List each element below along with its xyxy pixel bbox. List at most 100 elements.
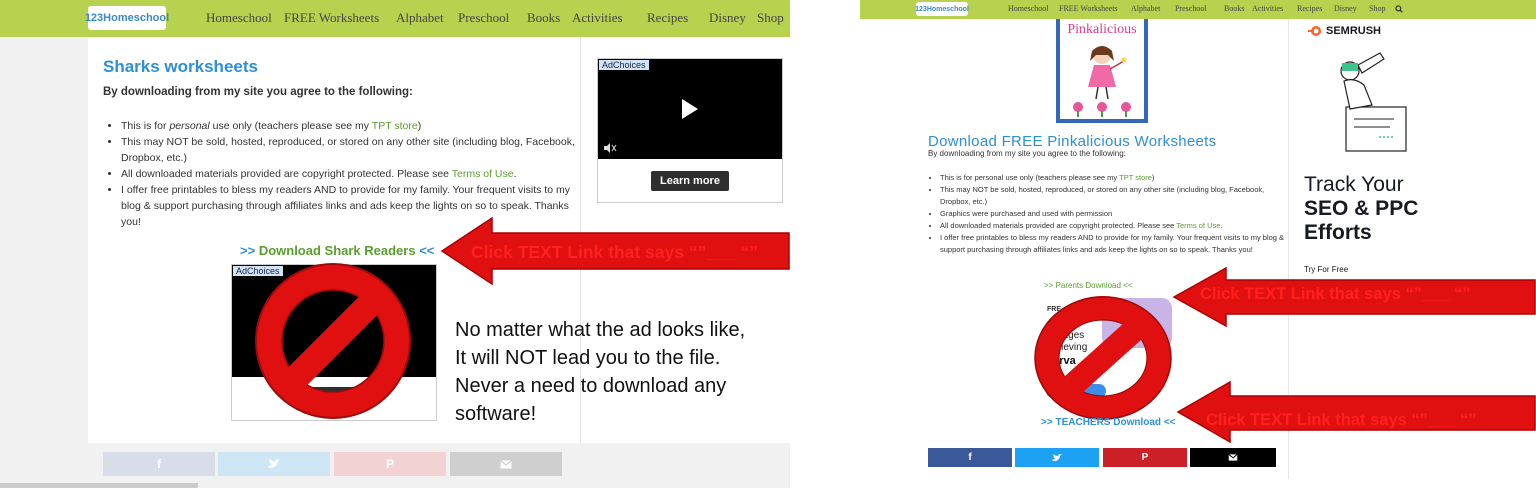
twitter-share-button[interactable] (218, 452, 330, 476)
nav-item-alphabet[interactable]: Alphabet (396, 10, 458, 26)
callout-text: Click TEXT Link that says “”___ “” (471, 242, 758, 262)
learn-more-button[interactable]: Learn more (651, 171, 729, 191)
terms-text: use only (teachers please see my (209, 120, 372, 132)
link-arrow-right: << (1163, 417, 1176, 428)
ad-video[interactable] (598, 59, 782, 159)
warning-note-line: software! (455, 403, 537, 425)
link-arrow-left: >> (1044, 281, 1054, 290)
left-screenshot: 123Homeschool Homeschool FREE Worksheets… (0, 0, 790, 488)
terms-text: All downloaded materials provided are co… (121, 168, 452, 180)
download-link-label[interactable]: Parents Download (1056, 281, 1121, 290)
semrush-headline: Track Your (1304, 173, 1404, 196)
facebook-icon: f (968, 452, 972, 463)
terms-list: This is for personal use only (teachers … (103, 118, 591, 230)
terms-item: Graphics were purchased and used with pe… (940, 208, 1288, 220)
nav-item-shop[interactable]: Shop (757, 10, 790, 26)
terms-item: I offer free printables to bless my read… (940, 232, 1288, 256)
terms-text: This is for personal use only (teachers … (940, 173, 1120, 182)
semrush-headline: SEO & PPC (1304, 197, 1419, 220)
pinterest-share-button[interactable]: P (1103, 448, 1187, 467)
nav-item-books[interactable]: Books (1224, 4, 1252, 13)
nav-item-activities[interactable]: Activities (1252, 4, 1297, 13)
ad-choices-badge[interactable]: AdChoices (599, 60, 649, 70)
download-link-label[interactable]: Download Shark Readers (259, 243, 416, 258)
search-icon[interactable] (1395, 4, 1407, 13)
terms-text: . (513, 168, 517, 180)
warning-note-line: Never a need to download any (455, 375, 727, 397)
book-cover[interactable]: Pinkalicious (1056, 19, 1148, 123)
site-logo[interactable]: 123Homeschool (915, 2, 969, 16)
top-nav: 123Homeschool Homeschool FREE Worksheets… (0, 0, 790, 37)
terms-item: This is for personal use only (teachers … (121, 118, 591, 134)
facebook-icon: f (157, 457, 161, 471)
tpt-store-link[interactable]: TPT store (372, 120, 418, 132)
nav-item-free-worksheets[interactable]: FREE Worksheets (1059, 4, 1131, 13)
horizontal-scrollbar[interactable] (0, 483, 198, 488)
site-logo[interactable]: 123Homeschool (85, 6, 169, 30)
terms-intro: By downloading from my site you agree to… (928, 149, 1126, 158)
semrush-headline: Efforts (1304, 221, 1372, 244)
terms-text: ) (417, 120, 422, 132)
nav-item-books[interactable]: Books (527, 10, 572, 26)
pinterest-icon: P (1141, 452, 1149, 463)
terms-text: ) (1151, 173, 1155, 182)
pinterest-icon: P (385, 457, 394, 471)
twitter-icon (1052, 453, 1062, 461)
email-share-button[interactable] (1190, 448, 1276, 467)
terms-emphasis: personal (169, 120, 210, 132)
link-arrow-left: >> (240, 243, 256, 258)
nav-item-preschool[interactable]: Preschool (1175, 4, 1224, 13)
terms-text: All downloaded materials provided are co… (940, 221, 1177, 230)
callout-text: Click TEXT Link that says “”___ “” (1206, 411, 1477, 429)
download-link-label[interactable]: TEACHERS Download (1055, 417, 1161, 428)
terms-text: This may NOT be sold, hosted, reproduced… (940, 185, 1265, 206)
page-title: Sharks worksheets (103, 57, 258, 76)
link-arrow-left: >> (1041, 417, 1053, 428)
teachers-download-link[interactable]: >> TEACHERS Download << (1041, 417, 1176, 428)
tpt-store-link[interactable]: TPT store (1119, 173, 1152, 182)
parents-download-link[interactable]: >> Parents Download << (1044, 281, 1133, 290)
nav-item-preschool[interactable]: Preschool (458, 10, 527, 26)
sidebar-video-ad[interactable]: AdChoices Learn more (597, 58, 783, 203)
facebook-share-button[interactable]: f (103, 452, 215, 476)
nav-item-alphabet[interactable]: Alphabet (1131, 4, 1175, 13)
twitter-share-button[interactable] (1015, 448, 1099, 467)
warning-note-line: It will NOT lead you to the file. (455, 347, 721, 369)
nav-item-recipes[interactable]: Recipes (1297, 4, 1334, 13)
pinkalicious-illustration (1073, 46, 1131, 117)
callout-text: Click TEXT Link that says “”___ “” (1200, 285, 1471, 303)
email-share-button[interactable] (450, 452, 562, 476)
nav-item-disney[interactable]: Disney (709, 10, 757, 26)
link-arrow-right: << (1123, 281, 1133, 290)
warning-note: No matter what the ad looks like, It wil… (455, 316, 745, 428)
nav-item-activities[interactable]: Activities (572, 10, 647, 26)
terms-of-use-link[interactable]: Terms of Use (1176, 221, 1220, 230)
terms-of-use-link[interactable]: Terms of Use (452, 168, 514, 180)
nav-item-shop[interactable]: Shop (1369, 4, 1395, 13)
nav-item-free-worksheets[interactable]: FREE Worksheets (284, 10, 396, 26)
right-screenshot: 123Homeschool Homeschool FREE Worksheets… (860, 0, 1536, 488)
terms-text: This is for (121, 120, 170, 132)
semrush-flame-icon (1308, 26, 1321, 36)
terms-text: This may NOT be sold, hosted, reproduced… (121, 136, 575, 164)
terms-text: I offer free printables to bless my read… (940, 233, 1285, 254)
semrush-logo: SEMRUSH (1308, 25, 1381, 37)
nav-item-homeschool[interactable]: Homeschool (206, 10, 284, 26)
terms-text: Graphics were purchased and used with pe… (940, 209, 1113, 218)
facebook-share-button[interactable]: f (928, 448, 1012, 467)
nav-item-recipes[interactable]: Recipes (647, 10, 709, 26)
warning-note-line: No matter what the ad looks like, (455, 319, 746, 341)
book-title: Pinkalicious (1067, 22, 1137, 37)
nav-menu: Homeschool FREE Worksheets Alphabet Pres… (1008, 4, 1407, 13)
download-shark-readers-link[interactable]: >> Download Shark Readers << (240, 243, 434, 258)
terms-item: This is for personal use only (teachers … (940, 172, 1288, 184)
page-title: Download FREE Pinkalicious Worksheets (928, 133, 1217, 150)
nav-item-homeschool[interactable]: Homeschool (1008, 4, 1059, 13)
twitter-icon (268, 459, 280, 468)
nav-item-disney[interactable]: Disney (1334, 4, 1369, 13)
email-icon (1228, 454, 1238, 461)
link-arrow-right: << (419, 243, 435, 258)
semrush-ad[interactable]: SEMRUSH Track Your SEO & PPC Efforts Try… (1302, 19, 1432, 281)
pinterest-share-button[interactable]: P (334, 452, 446, 476)
terms-item: All downloaded materials provided are co… (940, 220, 1288, 232)
